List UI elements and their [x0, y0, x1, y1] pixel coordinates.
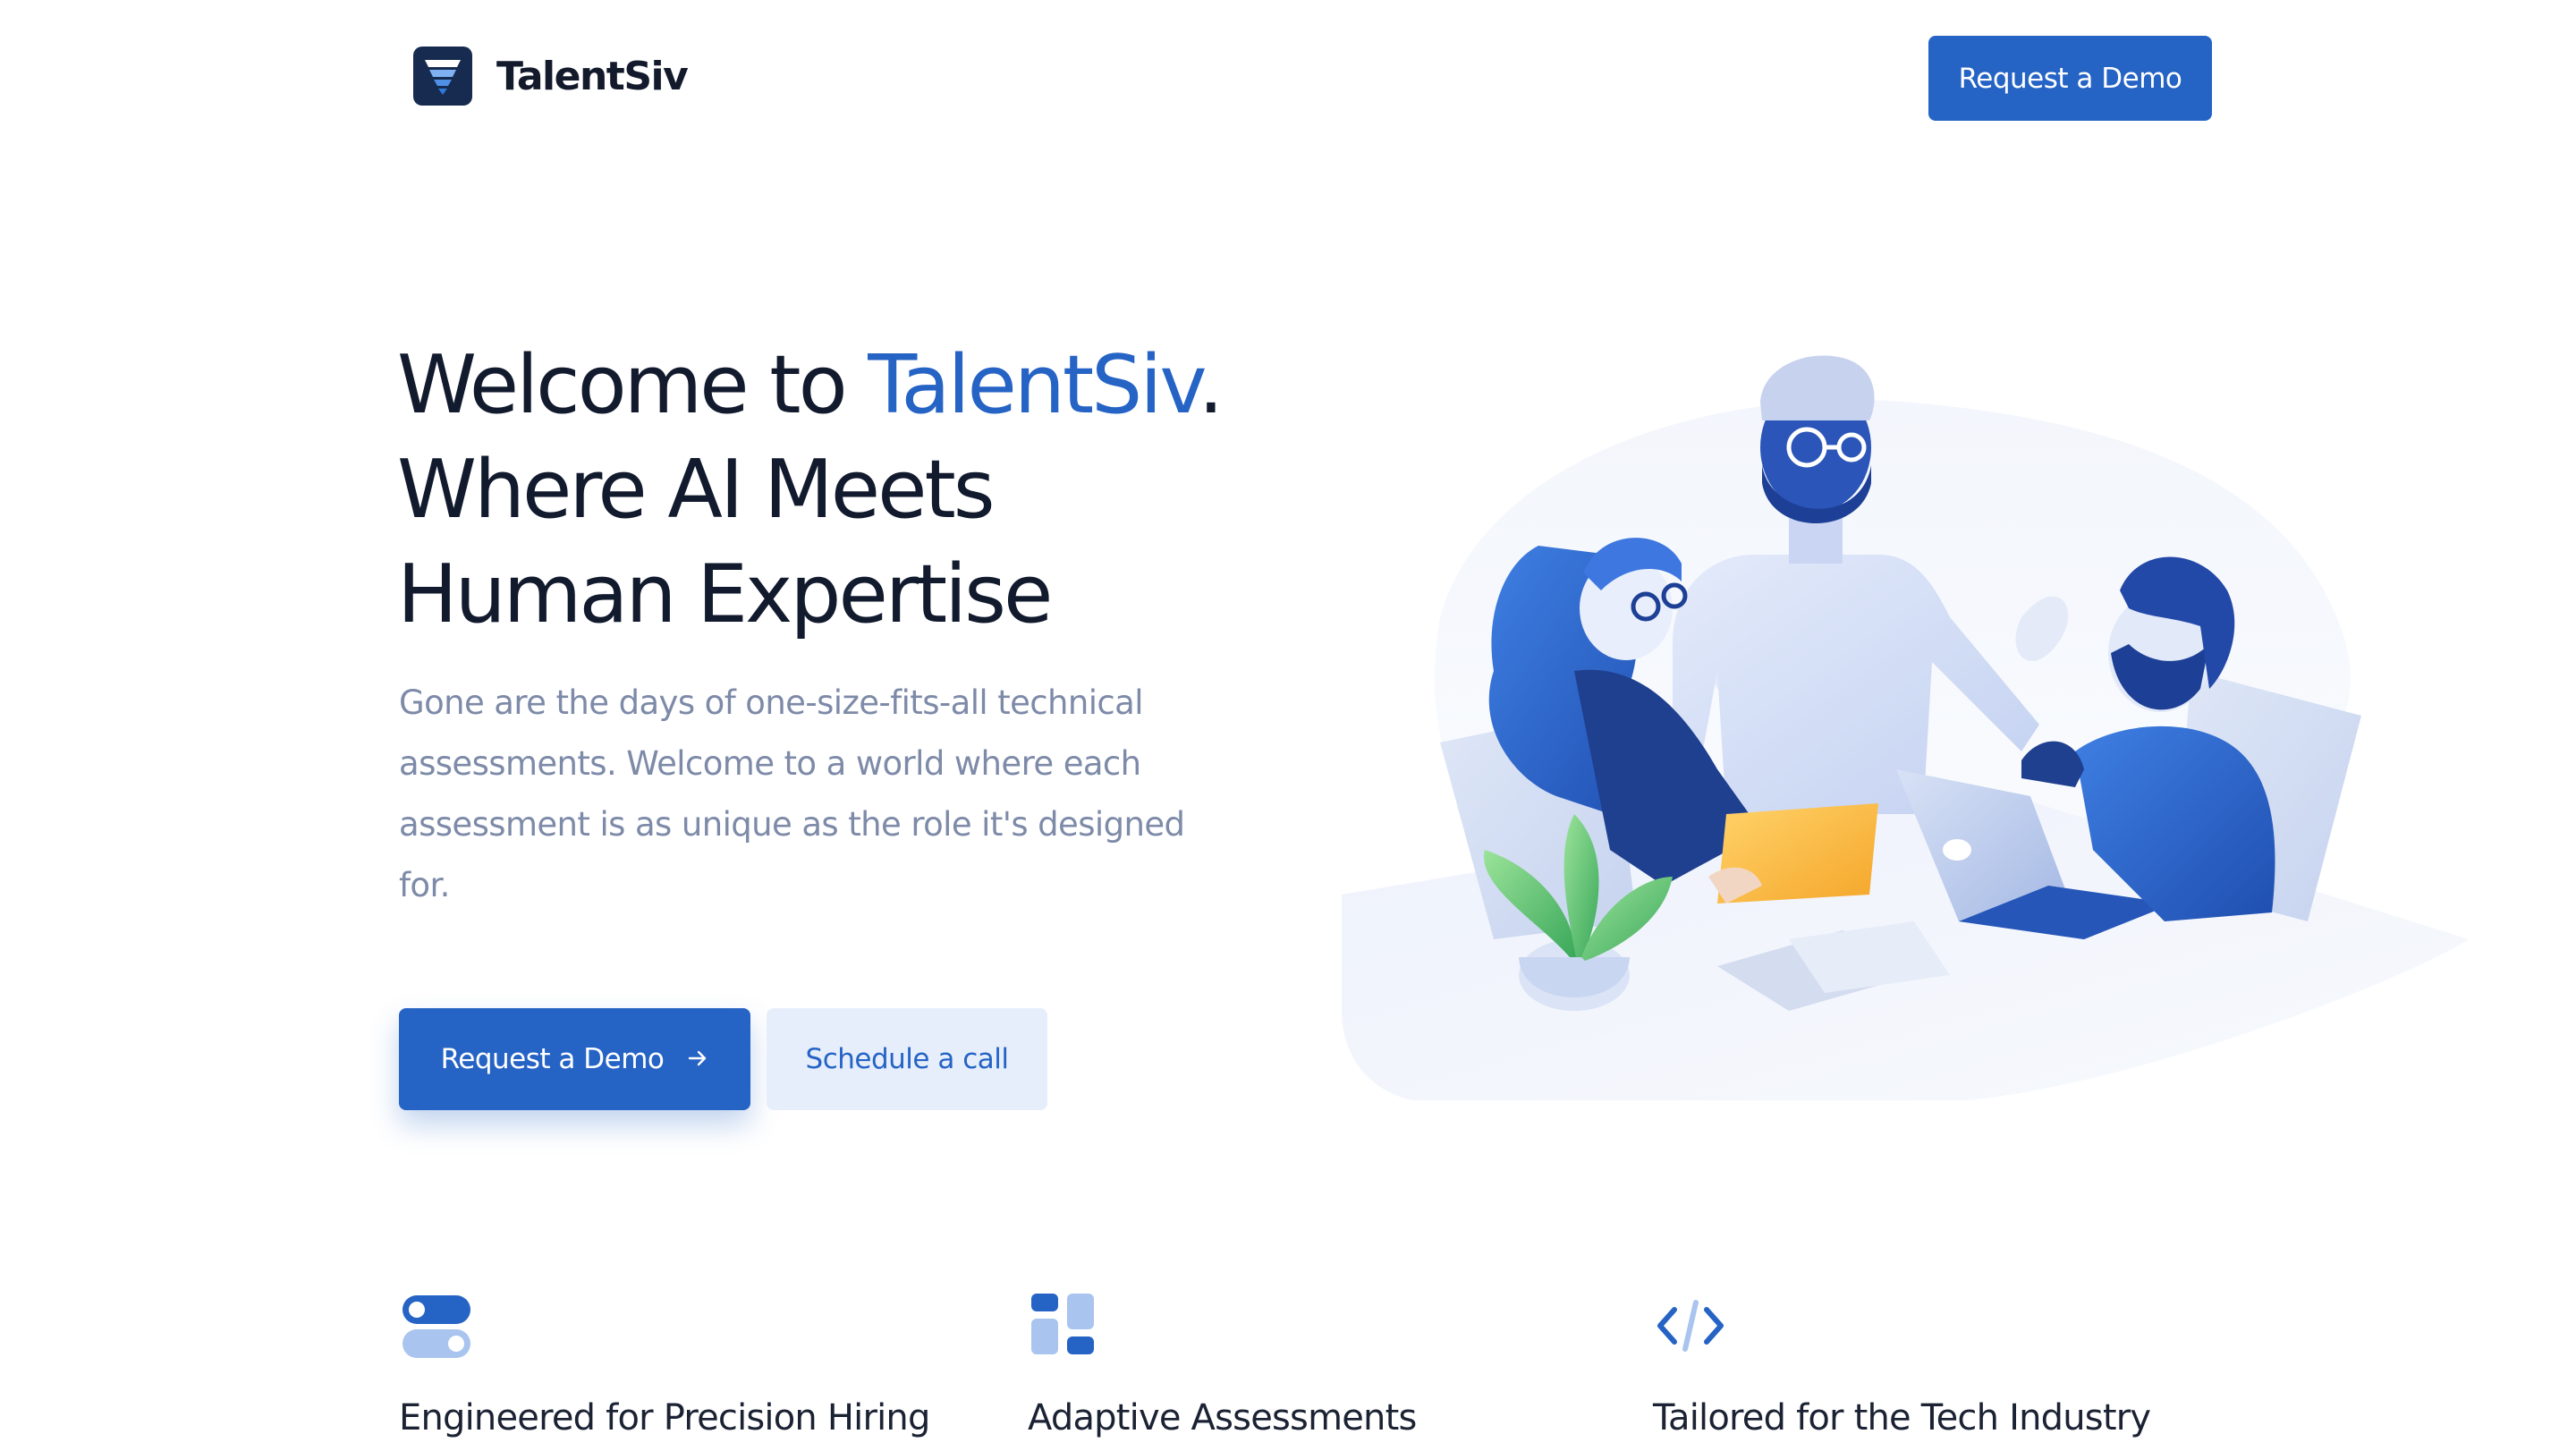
hero-title-prefix: Welcome to: [397, 338, 869, 432]
layout-blocks-icon: [1031, 1294, 1094, 1354]
request-demo-label: Request a Demo: [440, 1043, 665, 1075]
site-header: TalentSiv Request a Demo: [0, 0, 2576, 157]
brand[interactable]: TalentSiv: [413, 47, 689, 106]
code-brackets-icon: [1657, 1300, 1724, 1352]
hero-title-period: .: [1198, 338, 1224, 432]
schedule-call-button[interactable]: Schedule a call: [767, 1008, 1047, 1110]
feature-title: Adaptive Assessments: [1028, 1397, 1417, 1438]
funnel-logo-icon: [413, 47, 472, 106]
hero-subtitle: Gone are the days of one-size-fits-all t…: [399, 683, 1185, 904]
hero-title-line3: Human Expertise: [397, 547, 1053, 641]
arrow-right-icon: [687, 1045, 708, 1073]
toggle-switches-icon: [402, 1295, 470, 1358]
feature-title: Tailored for the Tech Industry: [1653, 1397, 2151, 1438]
team-collaboration-illustration: [1342, 355, 2469, 1100]
hero-title-line2: Where AI Meets: [397, 443, 996, 537]
landing-page: TalentSiv Request a Demo Welcome to Tale…: [0, 0, 2576, 1451]
feature-title: Engineered for Precision Hiring: [399, 1397, 930, 1438]
hero-title-brand: TalentSiv: [868, 338, 1200, 432]
header-request-demo-button[interactable]: Request a Demo: [1928, 36, 2212, 121]
request-demo-button[interactable]: Request a Demo: [399, 1008, 750, 1110]
brand-name: TalentSiv: [496, 53, 689, 99]
hero-title: Welcome to TalentSiv. Where AI Meets Hum…: [397, 333, 1238, 647]
